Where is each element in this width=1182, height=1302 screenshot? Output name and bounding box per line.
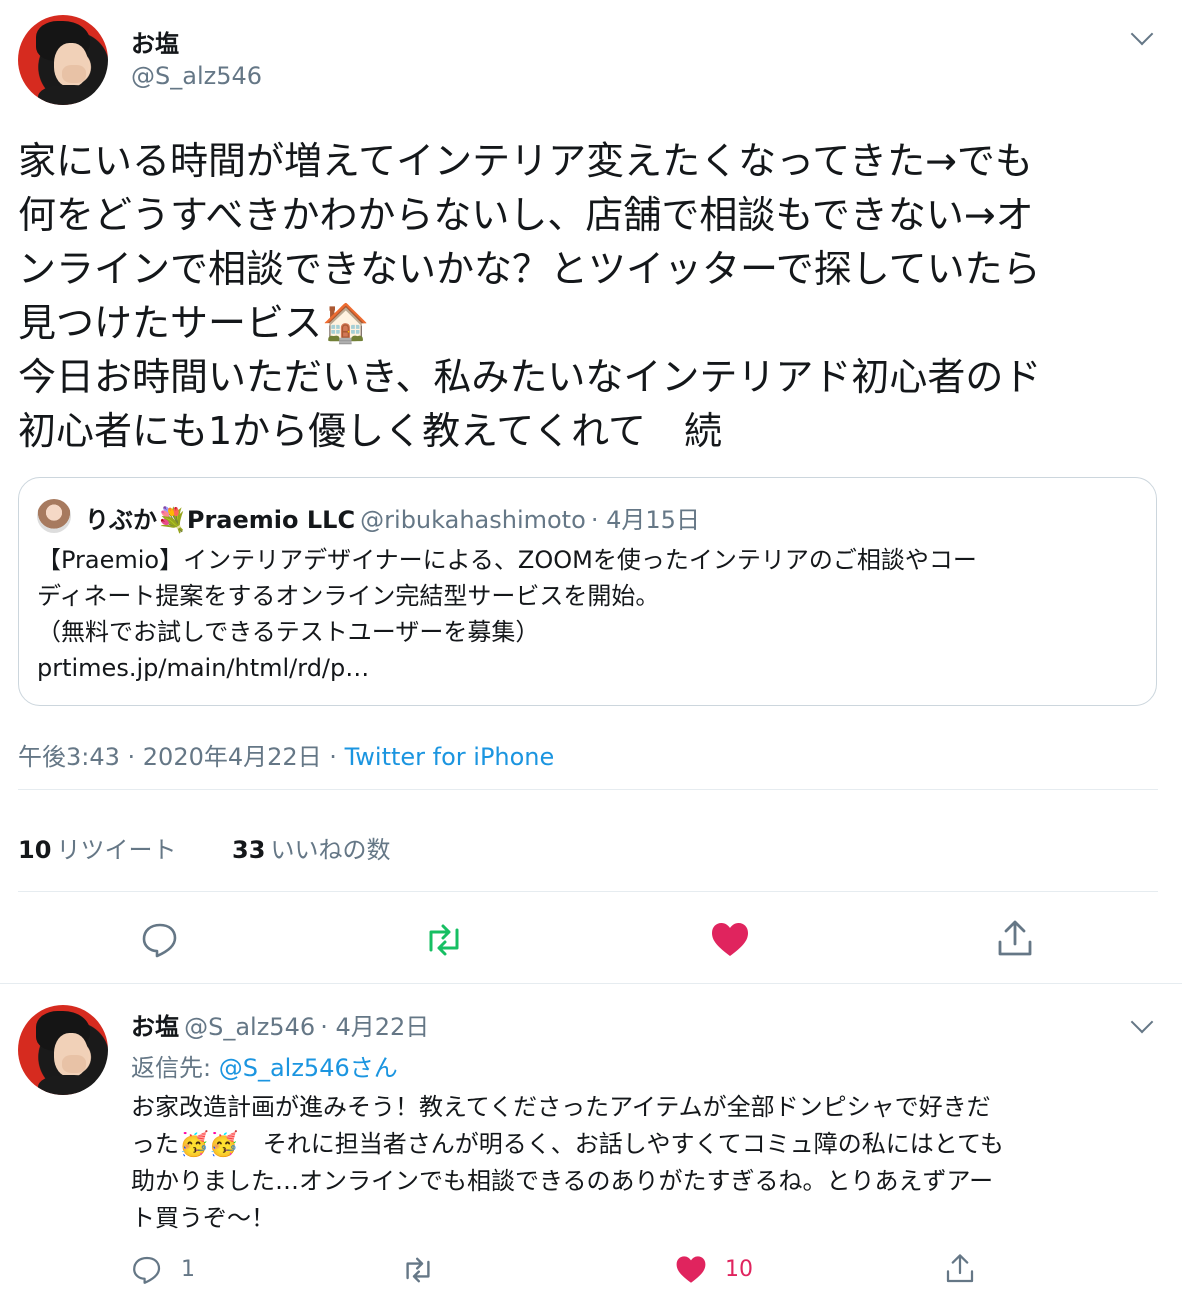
avatar-hand <box>62 65 86 83</box>
retweet-button[interactable] <box>423 920 465 960</box>
reply-to-prefix: 返信先: <box>131 1054 219 1082</box>
quoted-author-handle: @ribukahashimoto <box>360 506 586 534</box>
like-button[interactable] <box>710 920 750 960</box>
like-label: いいねの数 <box>270 836 391 864</box>
share-icon <box>998 920 1032 956</box>
reply-text: お家改造計画が進みそう！教えてくださったアイテムが全部ドンピシャで好きだ った🥳… <box>131 1093 1004 1232</box>
author-handle[interactable]: @S_alz546 <box>131 62 262 90</box>
reply-count: 1 <box>181 1257 195 1282</box>
reply-icon <box>142 923 177 958</box>
heart-icon <box>712 923 748 956</box>
reply-author-handle[interactable]: @S_alz546 <box>184 1013 315 1041</box>
share-button[interactable] <box>995 918 1035 960</box>
retweet-icon <box>406 1257 430 1283</box>
reply-like-button[interactable]: 10 <box>675 1254 775 1286</box>
reply-icon <box>133 1256 161 1284</box>
chevron-down-icon[interactable] <box>1130 22 1154 46</box>
tweet-timestamp[interactable]: 午後3:43 · 2020年4月22日 · <box>18 743 337 771</box>
reply-retweet-button[interactable] <box>400 1254 436 1286</box>
quoted-author-name: りぶか💐Praemio LLC <box>85 506 356 534</box>
avatar-body <box>38 1075 98 1095</box>
reply-date[interactable]: · 4月22日 <box>320 1013 429 1041</box>
quoted-tweet-card[interactable]: りぶか💐Praemio LLC @ribukahashimoto · 4月15日… <box>18 477 1157 706</box>
reply-to-suffix: さん <box>349 1054 398 1082</box>
reply-author-name[interactable]: お塩 <box>131 1013 179 1041</box>
retweet-count: 10 <box>18 836 52 864</box>
author-avatar[interactable] <box>18 15 108 105</box>
heart-icon <box>676 1256 706 1283</box>
reply-button[interactable] <box>140 920 180 960</box>
retweet-label: リツイート <box>56 836 177 864</box>
divider <box>18 891 1158 892</box>
like-count: 33 <box>232 836 266 864</box>
avatar-hand <box>62 1055 86 1073</box>
tweet-source-link[interactable]: Twitter for iPhone <box>345 743 555 771</box>
reply-like-count: 10 <box>725 1257 753 1282</box>
divider <box>0 983 1182 984</box>
retweet-icon <box>429 924 459 956</box>
avatar-body <box>38 85 98 105</box>
tweet-text: 家にいる時間が増えてインテリア変えたくなってきた→でも 何をどうすべきかわからな… <box>18 139 1042 453</box>
quoted-text: 【Praemio】インテリアデザイナーによる、ZOOMを使ったインテリアのご相談… <box>37 546 977 682</box>
chevron-down-icon[interactable] <box>1130 1010 1154 1034</box>
reply-reply-button[interactable]: 1 <box>131 1254 211 1286</box>
reply-author-avatar[interactable] <box>18 1005 108 1095</box>
retweet-stat[interactable]: 10 リツイート <box>18 830 177 865</box>
tweet-meta: 午後3:43 · 2020年4月22日 · Twitter for iPhone <box>18 737 554 772</box>
reply-to-handle[interactable]: @S_alz546 <box>219 1054 350 1082</box>
reply-to-line: 返信先: @S_alz546さん <box>131 1048 398 1083</box>
share-icon <box>946 1254 974 1283</box>
author-name[interactable]: お塩 <box>131 24 179 59</box>
reply-share-button[interactable] <box>944 1252 976 1286</box>
like-stat[interactable]: 33 いいねの数 <box>232 830 391 865</box>
divider <box>18 789 1158 790</box>
quoted-date: · 4月15日 <box>590 506 700 534</box>
quoted-author-avatar <box>37 499 71 533</box>
